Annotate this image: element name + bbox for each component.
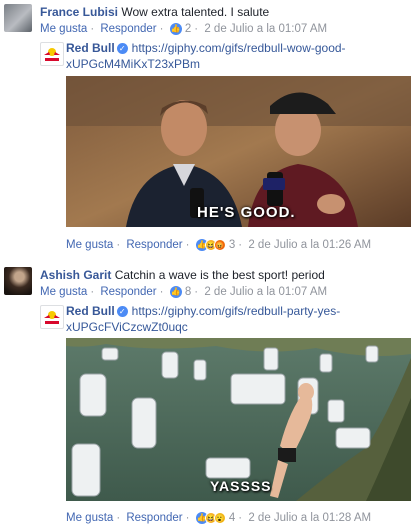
comment-actions: Me gusta · Responder · 👍 2 · 2 de Julio a l… bbox=[40, 22, 328, 35]
avatar[interactable] bbox=[4, 267, 32, 295]
like-button[interactable]: Me gusta bbox=[40, 286, 87, 298]
reaction-count[interactable]: 3 bbox=[229, 239, 235, 251]
reply-actions: Me gusta · Responder · 👍😆😡 3 · 2 de Julio a… bbox=[66, 238, 372, 251]
redbull-avatar[interactable] bbox=[40, 42, 64, 66]
avatar[interactable] bbox=[4, 4, 32, 32]
reaction-count[interactable]: 2 bbox=[185, 23, 191, 35]
reply-actions: Me gusta · Responder · 👍😆😮 4 · 2 de Julio a… bbox=[66, 511, 372, 524]
comment-timestamp[interactable]: 2 de Julio a la 01:07 AM bbox=[204, 286, 327, 298]
reply-author[interactable]: Red Bull bbox=[66, 304, 115, 318]
redbull-logo-icon bbox=[44, 311, 60, 324]
angry-reaction-icon[interactable]: 😡 bbox=[213, 238, 226, 251]
like-button[interactable]: Me gusta bbox=[66, 239, 113, 251]
reply-button[interactable]: Responder bbox=[126, 512, 182, 524]
gif-embed[interactable]: YASSSS bbox=[66, 338, 411, 501]
comment-actions: Me gusta · Responder · 👍 8 · 2 de Julio a l… bbox=[40, 285, 328, 298]
reply-timestamp[interactable]: 2 de Julio a la 01:28 AM bbox=[248, 512, 371, 524]
gif-caption: YASSSS bbox=[210, 478, 272, 494]
comment-timestamp[interactable]: 2 de Julio a la 01:07 AM bbox=[204, 23, 327, 35]
comment-text: Catchin a wave is the best sport! period bbox=[114, 268, 325, 282]
verified-badge-icon: ✓ bbox=[116, 306, 128, 318]
gif-image bbox=[66, 338, 411, 501]
verified-badge-icon: ✓ bbox=[116, 43, 128, 55]
comment-author[interactable]: France Lubisi bbox=[40, 5, 118, 19]
like-button[interactable]: Me gusta bbox=[66, 512, 113, 524]
reply-content: Red Bull ✓ https://giphy.com/gifs/redbull-… bbox=[66, 303, 396, 335]
like-reaction-icon[interactable]: 👍 bbox=[169, 285, 182, 298]
reply-timestamp[interactable]: 2 de Julio a la 01:26 AM bbox=[248, 239, 371, 251]
reply-button[interactable]: Responder bbox=[100, 23, 156, 35]
comment-line: France Lubisi Wow extra talented. I salu… bbox=[40, 4, 269, 20]
reaction-count[interactable]: 8 bbox=[185, 286, 191, 298]
giphy-link[interactable]: https://giphy.com/gifs/redbull-party-yes… bbox=[132, 304, 341, 318]
reply-button[interactable]: Responder bbox=[100, 286, 156, 298]
reaction-count[interactable]: 4 bbox=[229, 512, 235, 524]
comment-author[interactable]: Ashish Garit bbox=[40, 268, 111, 282]
gif-caption: HE'S GOOD. bbox=[197, 204, 296, 221]
comment-line: Ashish Garit Catchin a wave is the best … bbox=[40, 267, 325, 283]
reply-content: Red Bull ✓ https://giphy.com/gifs/redbull-… bbox=[66, 40, 396, 72]
reply-author[interactable]: Red Bull bbox=[66, 41, 115, 55]
reply-button[interactable]: Responder bbox=[126, 239, 182, 251]
wow-reaction-icon[interactable]: 😮 bbox=[213, 511, 226, 524]
redbull-avatar[interactable] bbox=[40, 305, 64, 329]
giphy-link[interactable]: https://giphy.com/gifs/redbull-wow-good- bbox=[132, 41, 346, 55]
gif-embed[interactable]: HE'S GOOD. bbox=[66, 76, 411, 227]
giphy-link-cont[interactable]: xUPGcM4MiKxT23xPBm bbox=[66, 57, 200, 71]
comment-text: Wow extra talented. I salute bbox=[121, 5, 270, 19]
like-button[interactable]: Me gusta bbox=[40, 23, 87, 35]
giphy-link-cont[interactable]: xUPGcFViCzcwZt0uqc bbox=[66, 320, 188, 334]
redbull-logo-icon bbox=[44, 48, 60, 61]
like-reaction-icon[interactable]: 👍 bbox=[169, 22, 182, 35]
